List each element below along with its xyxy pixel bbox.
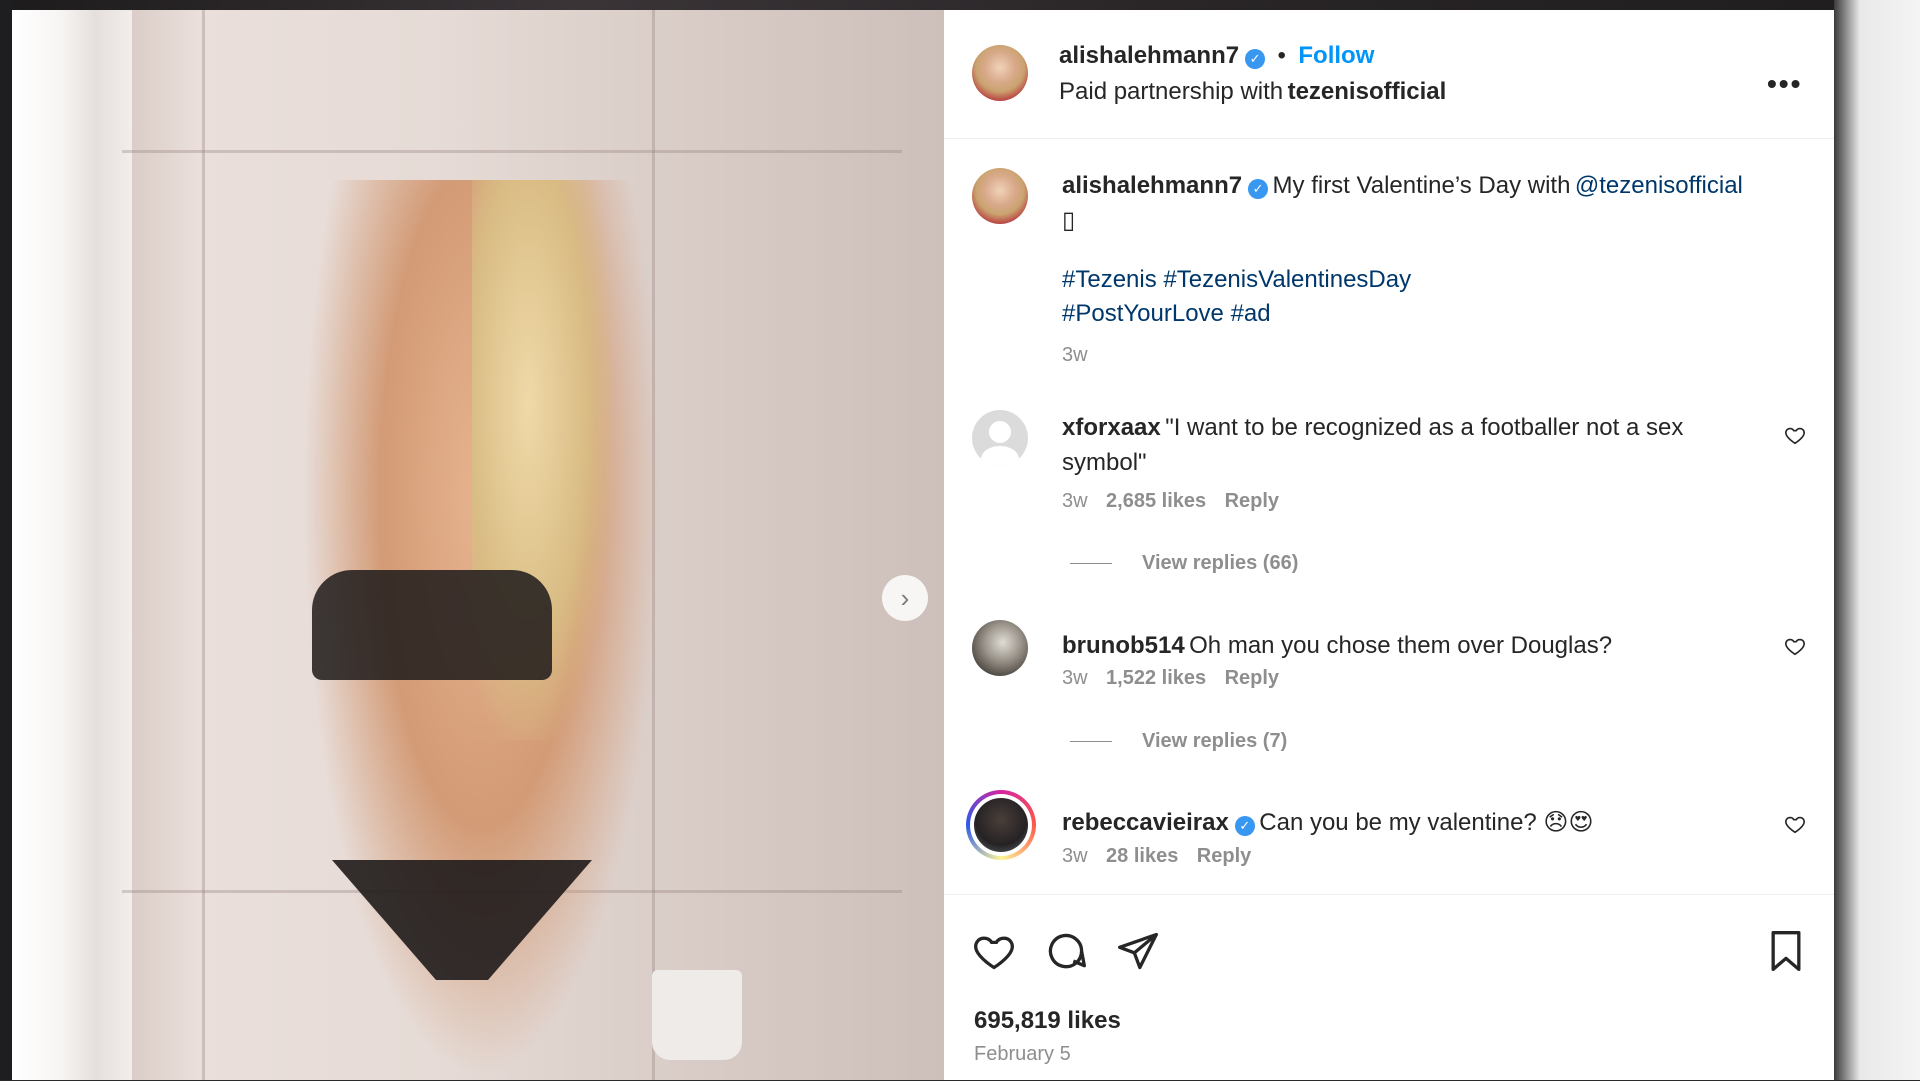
comment-text: Can you be my valentine? 😞😍 xyxy=(1259,809,1594,836)
post-date: February 5 xyxy=(974,1043,1071,1065)
chevron-right-icon: › xyxy=(900,582,910,613)
comment: xforxaax "I want to be recognized as a f… xyxy=(1062,412,1712,482)
comment: rebeccavieirax ✓ Can you be my valentine?… xyxy=(1062,807,1742,842)
comment-likes[interactable]: 1,522 likes xyxy=(1106,667,1206,689)
replies-divider xyxy=(1070,741,1112,742)
comment-likes[interactable]: 2,685 likes xyxy=(1106,490,1206,512)
commenter-avatar xyxy=(974,798,1028,852)
header-author-line: alishalehmann7 ✓ • Follow xyxy=(1059,42,1374,70)
next-photo-button[interactable]: › xyxy=(882,575,928,621)
likes-count[interactable]: 695,819 likes xyxy=(974,1007,1121,1035)
commenter-username[interactable]: rebeccavieirax xyxy=(1062,809,1229,836)
comment-likes[interactable]: 28 likes xyxy=(1106,845,1178,867)
replies-divider xyxy=(1070,563,1112,564)
more-icon[interactable]: ••• xyxy=(1767,68,1802,100)
post-actions: 695,819 likes February 5 xyxy=(944,894,1834,1081)
hashtags-line[interactable]: #Tezenis #TezenisValentinesDay xyxy=(1062,266,1411,293)
comment-time: 3w xyxy=(1062,845,1088,867)
verified-icon: ✓ xyxy=(1245,48,1266,69)
comment-meta: 3w 28 likes Reply xyxy=(1062,845,1251,868)
caption: alishalehmann7 ✓ My first Valentine’s Day… xyxy=(1062,170,1782,240)
view-replies-label: View replies (66) xyxy=(1142,552,1299,574)
comment-meta: 3w 2,685 likes Reply xyxy=(1062,490,1279,513)
photo-mug xyxy=(652,970,742,1060)
hashtags-line[interactable]: #PostYourLove #ad xyxy=(1062,300,1271,327)
comment: brunob514 Oh man you chose them over Dou… xyxy=(1062,630,1712,665)
save-icon[interactable] xyxy=(1764,929,1808,973)
heart-icon[interactable] xyxy=(1784,635,1806,657)
share-icon[interactable] xyxy=(1116,929,1160,973)
commenter-avatar-story-ring[interactable] xyxy=(966,790,1036,860)
commenter-avatar[interactable] xyxy=(972,410,1028,466)
reply-button[interactable]: Reply xyxy=(1225,490,1279,512)
comment-meta: 3w 1,522 likes Reply xyxy=(1062,667,1279,690)
post-header: alishalehmann7 ✓ • Follow Paid partnershi… xyxy=(944,10,1834,139)
photo-door-edge xyxy=(122,150,902,153)
caption-text: My first Valentine’s Day with xyxy=(1272,172,1571,199)
partner-username[interactable]: tezenisofficial xyxy=(1288,78,1447,105)
separator-dot: • xyxy=(1277,42,1286,69)
view-replies-button[interactable]: View replies (66) xyxy=(1070,552,1298,575)
commenter-username[interactable]: brunob514 xyxy=(1062,632,1185,659)
follow-button[interactable]: Follow xyxy=(1298,42,1374,69)
heart-icon[interactable] xyxy=(1784,813,1806,835)
caption-mention[interactable]: @tezenisofficial xyxy=(1575,172,1743,199)
caption-author-avatar[interactable] xyxy=(972,168,1028,224)
caption-hashtags: #Tezenis #TezenisValentinesDay #PostYour… xyxy=(1062,264,1411,332)
caption-timestamp: 3w xyxy=(1062,344,1088,366)
caption-author-username[interactable]: alishalehmann7 xyxy=(1062,172,1242,199)
partnership-line: Paid partnership with tezenisofficial xyxy=(1059,78,1446,106)
author-avatar[interactable] xyxy=(972,45,1028,101)
view-replies-label: View replies (7) xyxy=(1142,730,1288,752)
commenter-username[interactable]: xforxaax xyxy=(1062,414,1161,441)
verified-icon: ✓ xyxy=(1234,815,1255,836)
like-icon[interactable] xyxy=(972,929,1016,973)
background-left-edge xyxy=(0,0,12,1080)
view-replies-button[interactable]: View replies (7) xyxy=(1070,730,1287,753)
commenter-avatar[interactable] xyxy=(972,620,1028,676)
partnership-prefix: Paid partnership with xyxy=(1059,78,1284,105)
reply-button[interactable]: Reply xyxy=(1197,845,1251,867)
photo-subject-top xyxy=(312,570,552,680)
post-side-panel: alishalehmann7 ✓ • Follow Paid partnershi… xyxy=(944,10,1834,1080)
comment-text: Oh man you chose them over Douglas? xyxy=(1189,632,1613,659)
photo-door-edge xyxy=(202,10,205,1080)
reply-button[interactable]: Reply xyxy=(1225,667,1279,689)
post-photo[interactable]: › xyxy=(12,10,944,1080)
background-right-edge xyxy=(1834,0,1920,1080)
heart-icon[interactable] xyxy=(1784,424,1806,446)
verified-icon: ✓ xyxy=(1248,178,1269,199)
comment-time: 3w xyxy=(1062,667,1088,689)
comment-time: 3w xyxy=(1062,490,1088,512)
comment-icon[interactable] xyxy=(1044,929,1088,973)
caption-emoji: ▯ xyxy=(1062,207,1076,234)
author-username[interactable]: alishalehmann7 xyxy=(1059,42,1239,69)
photo-curtain xyxy=(12,10,132,1080)
